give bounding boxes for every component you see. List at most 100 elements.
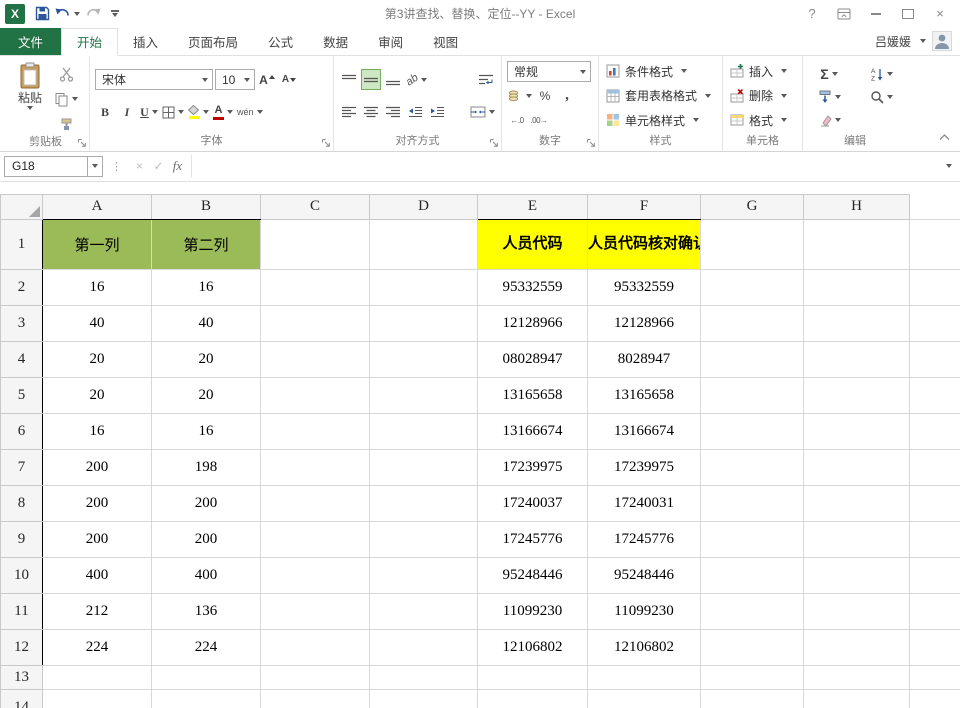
cell-A11[interactable]: 212 — [43, 593, 152, 629]
cell-E11[interactable]: 11099230 — [478, 593, 588, 629]
cell-B14[interactable] — [152, 689, 261, 708]
formula-bar-splitter[interactable]: ⋮ — [111, 160, 122, 173]
tab-insert[interactable]: 插入 — [118, 28, 173, 55]
cell-G5[interactable] — [701, 377, 804, 413]
underline-button[interactable]: U — [139, 102, 159, 123]
align-right-button[interactable] — [383, 102, 403, 123]
cell-H3[interactable] — [804, 305, 910, 341]
cell-B1[interactable]: 第二列 — [152, 219, 261, 269]
help-button[interactable]: ? — [798, 3, 826, 25]
column-header-B[interactable]: B — [152, 194, 261, 219]
align-center-button[interactable] — [361, 102, 381, 123]
cell-C12[interactable] — [261, 629, 370, 665]
increase-indent-button[interactable] — [427, 102, 447, 123]
format-painter-button[interactable] — [53, 114, 79, 135]
cell-A5[interactable]: 20 — [43, 377, 152, 413]
align-top-button[interactable] — [339, 69, 359, 90]
align-bottom-button[interactable] — [383, 69, 403, 90]
cell-G12[interactable] — [701, 629, 804, 665]
row-header-7[interactable]: 7 — [1, 449, 43, 485]
formula-input[interactable] — [191, 155, 938, 177]
row-header-13[interactable]: 13 — [1, 665, 43, 689]
cell-D13[interactable] — [370, 665, 478, 689]
cell-D10[interactable] — [370, 557, 478, 593]
cell-D12[interactable] — [370, 629, 478, 665]
conditional-formatting-button[interactable]: 条件格式 — [604, 60, 717, 82]
cell-D7[interactable] — [370, 449, 478, 485]
cell-H5[interactable] — [804, 377, 910, 413]
cell-A1[interactable]: 第一列 — [43, 219, 152, 269]
cell-E13[interactable] — [478, 665, 588, 689]
cell-B8[interactable]: 200 — [152, 485, 261, 521]
cell-B12[interactable]: 224 — [152, 629, 261, 665]
cell-A10[interactable]: 400 — [43, 557, 152, 593]
ribbon-display-options-button[interactable] — [830, 3, 858, 25]
cell-H11[interactable] — [804, 593, 910, 629]
cell-D3[interactable] — [370, 305, 478, 341]
autosum-button[interactable]: Σ — [808, 63, 850, 84]
cell-C9[interactable] — [261, 521, 370, 557]
clipboard-dialog-launcher[interactable] — [77, 138, 87, 148]
cancel-entry-button[interactable]: × — [130, 159, 149, 173]
column-header-A[interactable]: A — [43, 194, 152, 219]
cell-B9[interactable]: 200 — [152, 521, 261, 557]
cell-A9[interactable]: 200 — [43, 521, 152, 557]
cell-B2[interactable]: 16 — [152, 269, 261, 305]
tab-home[interactable]: 开始 — [61, 28, 118, 56]
minimize-button[interactable] — [862, 3, 890, 25]
cell-G3[interactable] — [701, 305, 804, 341]
cell-B10[interactable]: 400 — [152, 557, 261, 593]
cell-F1[interactable]: 人员代码核对确认 — [588, 219, 701, 269]
cell-D5[interactable] — [370, 377, 478, 413]
cell-B13[interactable] — [152, 665, 261, 689]
row-header-12[interactable]: 12 — [1, 629, 43, 665]
tab-view[interactable]: 视图 — [418, 28, 473, 55]
row-header-3[interactable]: 3 — [1, 305, 43, 341]
row-header-6[interactable]: 6 — [1, 413, 43, 449]
undo-button[interactable] — [55, 4, 80, 24]
fill-color-button[interactable] — [187, 102, 210, 123]
row-header-10[interactable]: 10 — [1, 557, 43, 593]
cell-F13[interactable] — [588, 665, 701, 689]
cell-D2[interactable] — [370, 269, 478, 305]
cell-D9[interactable] — [370, 521, 478, 557]
shrink-font-button[interactable]: A — [279, 69, 299, 90]
cell-F9[interactable]: 17245776 — [588, 521, 701, 557]
cell-E9[interactable]: 17245776 — [478, 521, 588, 557]
bold-button[interactable]: B — [95, 102, 115, 123]
cell-F14[interactable] — [588, 689, 701, 708]
column-header-H[interactable]: H — [804, 194, 910, 219]
name-box[interactable]: G18 — [4, 156, 88, 177]
cell-F7[interactable]: 17239975 — [588, 449, 701, 485]
cell-D6[interactable] — [370, 413, 478, 449]
cell-styles-button[interactable]: 单元格样式 — [604, 109, 717, 131]
close-button[interactable]: × — [926, 3, 954, 25]
cell-B6[interactable]: 16 — [152, 413, 261, 449]
cell-C11[interactable] — [261, 593, 370, 629]
phonetic-guide-button[interactable]: wén — [236, 102, 264, 123]
tab-file[interactable]: 文件 — [0, 28, 61, 55]
cell-F11[interactable]: 11099230 — [588, 593, 701, 629]
cell-B5[interactable]: 20 — [152, 377, 261, 413]
number-format-combo[interactable]: 常规 — [507, 61, 591, 82]
cell-H12[interactable] — [804, 629, 910, 665]
grow-font-button[interactable]: A — [257, 69, 277, 90]
cell-E8[interactable]: 17240037 — [478, 485, 588, 521]
tab-data[interactable]: 数据 — [308, 28, 363, 55]
cell-F10[interactable]: 95248446 — [588, 557, 701, 593]
format-as-table-button[interactable]: 套用表格格式 — [604, 85, 717, 107]
font-color-button[interactable]: A — [212, 102, 234, 123]
cell-G14[interactable] — [701, 689, 804, 708]
user-account[interactable]: 吕媛媛 — [875, 28, 960, 55]
cell-F6[interactable]: 13166674 — [588, 413, 701, 449]
cell-C5[interactable] — [261, 377, 370, 413]
cut-button[interactable] — [53, 64, 79, 85]
cell-E5[interactable]: 13165658 — [478, 377, 588, 413]
accounting-format-button[interactable] — [507, 85, 533, 106]
cell-H13[interactable] — [804, 665, 910, 689]
cell-G13[interactable] — [701, 665, 804, 689]
row-header-5[interactable]: 5 — [1, 377, 43, 413]
cell-B7[interactable]: 198 — [152, 449, 261, 485]
cell-G4[interactable] — [701, 341, 804, 377]
cell-G9[interactable] — [701, 521, 804, 557]
